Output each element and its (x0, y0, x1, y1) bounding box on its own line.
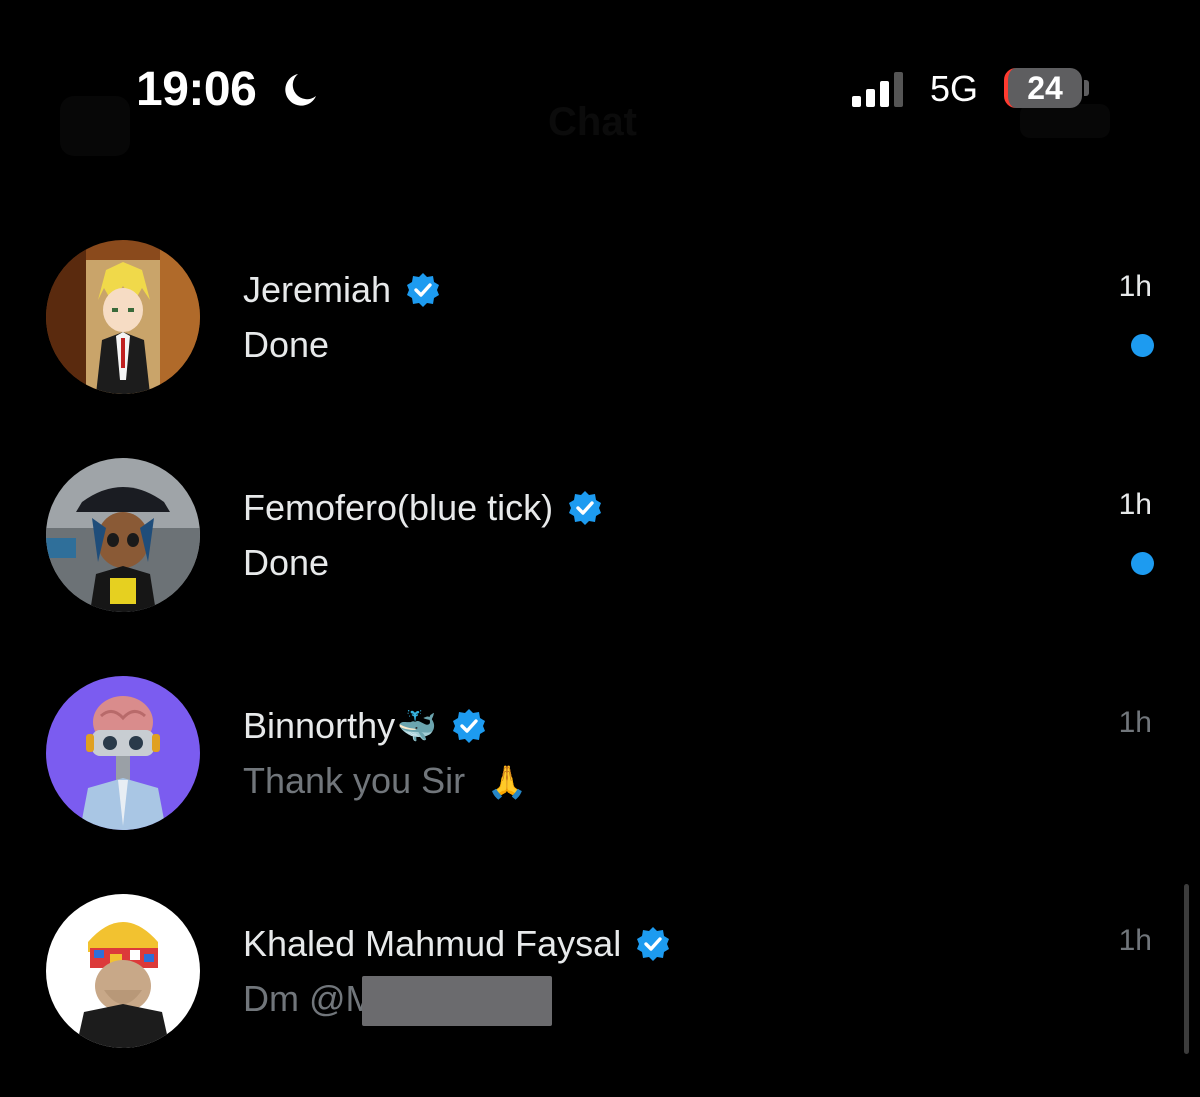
conversation-row[interactable]: Binnorthy 🐳 Thank you Sir 🙏 1h (0, 656, 1200, 874)
faded-header-title: Chat (548, 100, 637, 144)
network-type: 5G (930, 68, 979, 109)
moon-icon (285, 74, 316, 106)
faded-settings-icon (1020, 104, 1110, 138)
verified-badge-icon (407, 273, 440, 307)
cellular-signal-icon (852, 72, 903, 107)
unread-indicator-dot (1131, 552, 1154, 575)
battery-nub (1084, 80, 1089, 96)
timestamp: 1h (1118, 924, 1152, 957)
message-preview: Done (243, 324, 330, 365)
folded-hands-emoji: 🙏 (487, 763, 527, 801)
conversation-name: Binnorthy (243, 705, 396, 746)
whale-emoji: 🐳 (397, 707, 437, 745)
status-bar: Chat 19:06 5G 24 (0, 0, 1200, 180)
conversation-name-line: Binnorthy 🐳 (243, 704, 487, 748)
robot-brain-avatar[interactable] (46, 676, 200, 830)
conversation-name-line: Khaled Mahmud Faysal (243, 922, 671, 966)
scrollbar[interactable] (1184, 884, 1189, 1054)
conversation-name: Femofero(blue tick) (243, 487, 554, 528)
redaction-block (362, 976, 552, 1026)
conversation-row[interactable]: Jeremiah Done 1h (0, 220, 1200, 438)
message-preview: Done (243, 542, 330, 583)
verified-badge-icon (452, 709, 485, 743)
conversation-name: Jeremiah (243, 269, 392, 310)
timestamp: 1h (1118, 706, 1152, 739)
status-time: 19:06 (136, 63, 257, 116)
unread-indicator-dot (1131, 334, 1154, 357)
conversation-name: Khaled Mahmud Faysal (243, 923, 622, 964)
verified-badge-icon (637, 927, 670, 961)
message-preview-text: Thank you Sir (243, 760, 466, 801)
anime-blonde-character-avatar[interactable] (46, 240, 200, 394)
conversation-name-line: Jeremiah (243, 268, 441, 312)
conversation-list: Jeremiah Done 1h Femofero(blue tick) Don… (0, 220, 1200, 1092)
timestamp: 1h (1118, 488, 1152, 521)
faded-back-icon (60, 96, 130, 156)
verified-badge-icon (569, 491, 602, 525)
message-preview: Thank you Sir 🙏 (243, 760, 527, 802)
battery-level: 24 (1027, 70, 1063, 106)
conversation-row[interactable]: Khaled Mahmud Faysal Dm @M on tg 1h (0, 874, 1200, 1092)
conversation-name-line: Femofero(blue tick) (243, 486, 603, 530)
timestamp: 1h (1118, 270, 1152, 303)
battery-icon: 24 (1004, 68, 1082, 108)
cartoon-cap-character-avatar[interactable] (46, 458, 200, 612)
ape-beanie-avatar[interactable] (46, 894, 200, 1048)
conversation-row[interactable]: Femofero(blue tick) Done 1h (0, 438, 1200, 656)
